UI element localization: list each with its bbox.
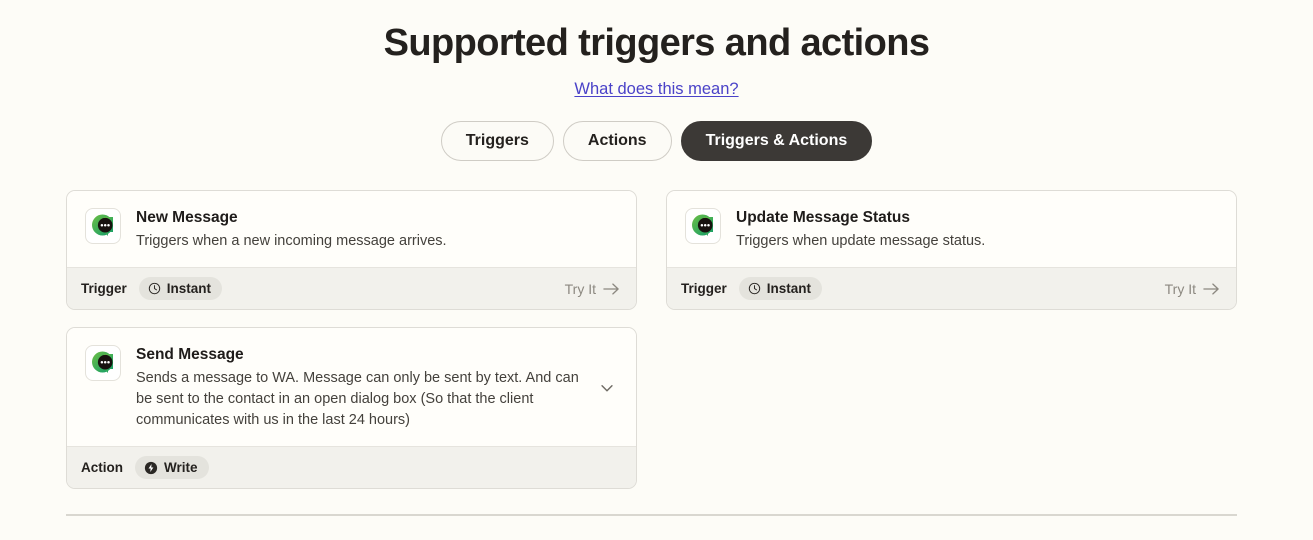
chevron-down-icon[interactable] — [594, 375, 620, 401]
card-footer: Trigger Instant Try It — [667, 267, 1236, 309]
try-it-link[interactable]: Try It — [565, 281, 620, 297]
card-body: New Message Triggers when a new incoming… — [67, 191, 636, 267]
arrow-right-icon — [1203, 282, 1220, 296]
try-it-label: Try It — [564, 280, 596, 297]
what-does-this-mean-link[interactable]: What does this mean? — [574, 80, 738, 98]
card-title: Send Message — [136, 346, 244, 363]
card-body: Update Message Status Triggers when upda… — [667, 191, 1236, 267]
card-update-message-status[interactable]: Update Message Status Triggers when upda… — [666, 190, 1237, 310]
card-kind-label: Trigger — [81, 281, 127, 296]
tab-triggers-and-actions[interactable]: Triggers & Actions — [680, 121, 873, 161]
card-body: Send Message Sends a message to WA. Mess… — [67, 328, 636, 446]
try-it-label: Try It — [1164, 280, 1196, 297]
page-title: Supported triggers and actions — [383, 22, 930, 64]
card-kind-label: Action — [81, 460, 123, 475]
card-title: New Message — [136, 209, 238, 226]
card-text: New Message Triggers when a new incoming… — [136, 208, 620, 252]
card-text: Update Message Status Triggers when upda… — [736, 208, 1220, 252]
wa-chat-bubble-icon — [85, 208, 121, 244]
badge-instant[interactable]: Instant — [138, 277, 223, 300]
card-title: Update Message Status — [736, 209, 910, 226]
supported-triggers-actions-page: Supported triggers and actions What does… — [0, 0, 1313, 540]
card-description: Sends a message to WA. Message can only … — [136, 370, 579, 428]
write-bolt-icon — [144, 461, 158, 475]
filter-toggle-group: Triggers Actions Triggers & Actions — [0, 121, 1313, 161]
card-kind-label: Trigger — [681, 281, 727, 296]
badge-instant[interactable]: Instant — [738, 277, 823, 300]
arrow-right-icon — [603, 282, 620, 296]
card-text: Send Message Sends a message to WA. Mess… — [136, 345, 579, 431]
clock-icon — [748, 282, 761, 295]
bottom-divider — [66, 514, 1237, 516]
card-footer: Action Write — [67, 446, 636, 488]
badge-write[interactable]: Write — [135, 456, 209, 479]
wa-chat-bubble-icon — [85, 345, 121, 381]
card-new-message[interactable]: New Message Triggers when a new incoming… — [66, 190, 637, 310]
help-link-row: What does this mean? — [0, 80, 1313, 99]
badge-label: Instant — [166, 281, 212, 296]
tab-actions[interactable]: Actions — [562, 121, 672, 161]
cards-grid: New Message Triggers when a new incoming… — [66, 190, 1237, 489]
card-description: Triggers when a new incoming message arr… — [136, 233, 447, 249]
wa-chat-bubble-icon — [685, 208, 721, 244]
card-description: Triggers when update message status. — [736, 233, 986, 249]
badge-label: Instant — [766, 281, 812, 296]
tab-triggers[interactable]: Triggers — [440, 121, 554, 161]
try-it-link[interactable]: Try It — [1165, 281, 1220, 297]
card-footer: Trigger Instant Try It — [67, 267, 636, 309]
clock-icon — [148, 282, 161, 295]
badge-label: Write — [164, 460, 198, 475]
card-send-message[interactable]: Send Message Sends a message to WA. Mess… — [66, 327, 637, 489]
